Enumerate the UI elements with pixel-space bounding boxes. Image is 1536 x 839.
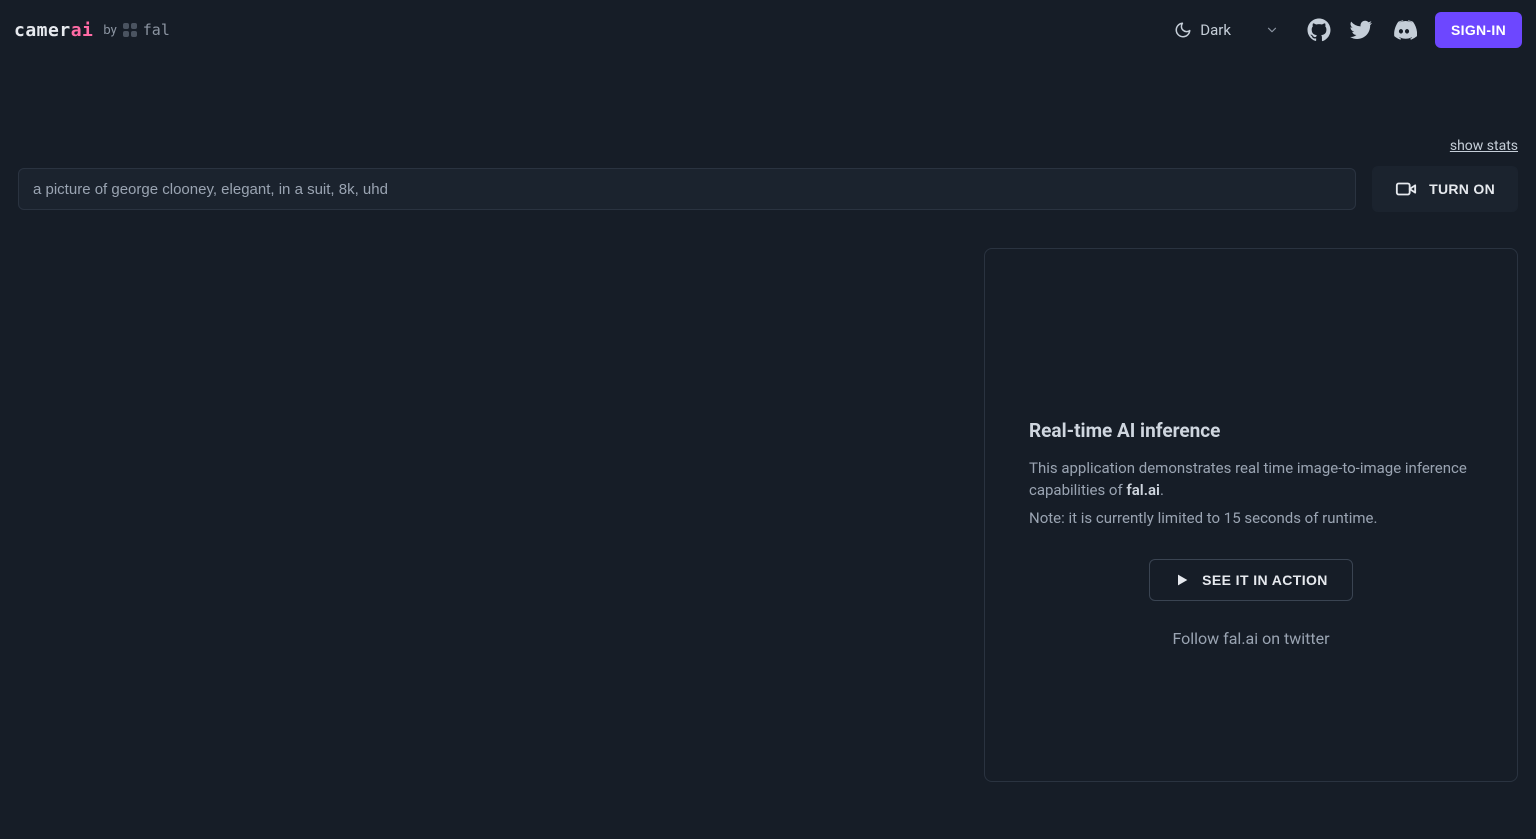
see-it-in-action-button[interactable]: SEE IT IN ACTION bbox=[1149, 559, 1353, 601]
nav-right: Dark SIGN-IN bbox=[1164, 12, 1522, 48]
discord-icon[interactable] bbox=[1391, 17, 1417, 43]
moon-icon bbox=[1174, 21, 1192, 39]
show-stats-link[interactable]: show stats bbox=[1450, 138, 1518, 154]
twitter-icon[interactable] bbox=[1349, 18, 1373, 42]
card-title: Real-time AI inference bbox=[1029, 419, 1473, 442]
left-pane bbox=[18, 248, 944, 782]
turn-on-label: TURN ON bbox=[1429, 181, 1495, 197]
by-label: by bbox=[103, 23, 116, 38]
logo-part2: ai bbox=[71, 20, 94, 41]
fal-dots-icon bbox=[123, 23, 137, 37]
theme-select[interactable]: Dark bbox=[1164, 15, 1289, 45]
follow-twitter-link[interactable]: Follow fal.ai on twitter bbox=[1029, 629, 1473, 648]
main-area: Real-time AI inference This application … bbox=[0, 212, 1536, 782]
signin-button[interactable]: SIGN-IN bbox=[1435, 12, 1522, 48]
brand: camerai by fal bbox=[14, 20, 170, 41]
play-icon bbox=[1174, 572, 1190, 588]
turn-on-button[interactable]: TURN ON bbox=[1372, 166, 1518, 212]
logo-part1: camer bbox=[14, 20, 71, 41]
prompt-row: TURN ON bbox=[0, 154, 1536, 212]
theme-label: Dark bbox=[1200, 21, 1231, 39]
info-card: Real-time AI inference This application … bbox=[984, 248, 1518, 782]
fal-name: fal bbox=[143, 21, 170, 39]
logo[interactable]: camerai bbox=[14, 20, 93, 41]
card-note: Note: it is currently limited to 15 seco… bbox=[1029, 508, 1473, 530]
card-desc-brand: fal.ai bbox=[1126, 481, 1160, 499]
github-icon[interactable] bbox=[1307, 18, 1331, 42]
card-desc: This application demonstrates real time … bbox=[1029, 458, 1473, 502]
card-desc-prefix: This application demonstrates real time … bbox=[1029, 459, 1467, 499]
chevron-down-icon bbox=[1265, 23, 1279, 37]
prompt-input[interactable] bbox=[18, 168, 1356, 210]
fal-brand[interactable]: fal bbox=[123, 21, 170, 39]
camera-icon bbox=[1395, 178, 1417, 200]
by-label-wrap: by fal bbox=[103, 21, 169, 39]
stats-row: show stats bbox=[0, 60, 1536, 154]
action-label: SEE IT IN ACTION bbox=[1202, 572, 1328, 588]
card-desc-suffix: . bbox=[1160, 481, 1164, 499]
header: camerai by fal Dark SIG bbox=[0, 0, 1536, 60]
